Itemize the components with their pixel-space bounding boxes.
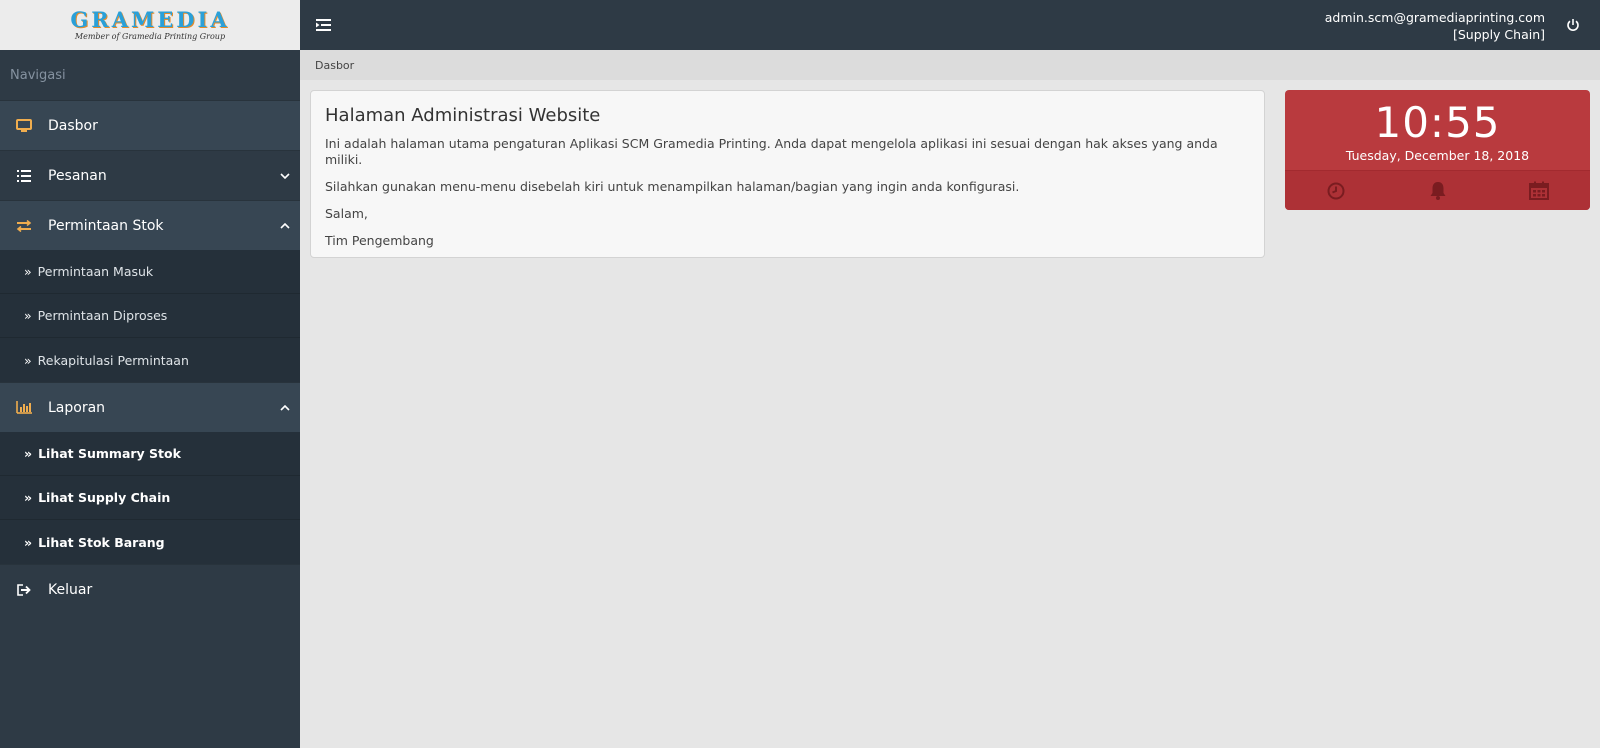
list-icon bbox=[0, 169, 48, 182]
raquo-icon: » bbox=[24, 264, 32, 279]
clock-widget: 10:55 Tuesday, December 18, 2018 bbox=[1285, 90, 1590, 210]
sidebar-item-label: Dasbor bbox=[48, 117, 98, 134]
submenu-item-permintaan-diproses[interactable]: » Permintaan Diproses bbox=[0, 294, 300, 338]
submenu-item-lihat-summary-stok[interactable]: » Lihat Summary Stok bbox=[0, 432, 300, 476]
logo[interactable]: GRAMEDIA Member of Gramedia Printing Gro… bbox=[0, 0, 300, 50]
submenu-item-label: Lihat Stok Barang bbox=[38, 534, 165, 550]
nav-title: Navigasi bbox=[10, 67, 66, 83]
intro-paragraph: Ini adalah halaman utama pengaturan Apli… bbox=[325, 136, 1218, 167]
submenu-item-label: Lihat Summary Stok bbox=[38, 446, 181, 461]
clock-time: 10:55 bbox=[1374, 98, 1501, 147]
submenu-item-label: Permintaan Masuk bbox=[37, 264, 154, 279]
breadcrumb: Dasbor bbox=[300, 50, 1600, 80]
logo-tagline: Member of Gramedia Printing Group bbox=[74, 31, 226, 41]
submenu-item-label: Permintaan Diproses bbox=[37, 308, 168, 323]
raquo-icon: » bbox=[24, 308, 32, 323]
sidebar-item-dasbor[interactable]: Dasbor bbox=[0, 100, 300, 150]
sidebar-item-laporan[interactable]: Laporan bbox=[0, 382, 300, 432]
sidebar-item-pesanan[interactable]: Pesanan bbox=[0, 150, 300, 200]
submenu-item-rekapitulasi-permintaan[interactable]: » Rekapitulasi Permintaan bbox=[0, 338, 300, 382]
instruction-paragraph: Silahkan gunakan menu-menu disebelah kir… bbox=[325, 179, 1020, 194]
greeting: Salam, bbox=[325, 206, 368, 221]
sidebar-item-label: Keluar bbox=[48, 581, 93, 598]
submenu-item-lihat-supply-chain[interactable]: » Lihat Supply Chain bbox=[0, 476, 300, 520]
submenu-item-permintaan-masuk[interactable]: » Permintaan Masuk bbox=[0, 250, 300, 294]
submenu-item-label: Lihat Supply Chain bbox=[38, 490, 171, 505]
raquo-icon: » bbox=[24, 352, 32, 368]
signature: Tim Pengembang bbox=[325, 233, 434, 248]
sign-out-icon bbox=[0, 583, 48, 596]
top-bar: admin.scm@gramediaprinting.com [Supply C… bbox=[300, 0, 1600, 50]
clock-icon[interactable] bbox=[1285, 171, 1387, 210]
sidebar-item-keluar[interactable]: Keluar bbox=[0, 564, 300, 614]
menu-toggle-icon[interactable] bbox=[316, 17, 332, 33]
monitor-icon bbox=[0, 118, 48, 133]
raquo-icon: » bbox=[24, 490, 33, 505]
chevron-up-icon bbox=[270, 219, 300, 232]
submenu-item-lihat-stok-barang[interactable]: » Lihat Stok Barang bbox=[0, 520, 300, 564]
user-info[interactable]: admin.scm@gramediaprinting.com [Supply C… bbox=[1325, 9, 1545, 43]
logo-name: GRAMEDIA bbox=[70, 6, 230, 32]
sidebar-item-label: Permintaan Stok bbox=[48, 217, 164, 234]
bar-chart-icon bbox=[0, 401, 48, 414]
sidebar-item-permintaan-stok[interactable]: Permintaan Stok bbox=[0, 200, 300, 250]
sidebar-item-label: Pesanan bbox=[48, 167, 107, 184]
exchange-icon bbox=[0, 219, 48, 232]
submenu-laporan: » Lihat Summary Stok » Lihat Supply Chain … bbox=[0, 432, 300, 564]
raquo-icon: » bbox=[24, 446, 33, 461]
calendar-icon[interactable] bbox=[1488, 171, 1590, 210]
user-email: admin.scm@gramediaprinting.com bbox=[1324, 10, 1545, 25]
page-title: Halaman Administrasi Website bbox=[325, 105, 601, 126]
bell-icon[interactable] bbox=[1387, 171, 1489, 210]
raquo-icon: » bbox=[24, 534, 33, 550]
chevron-up-icon bbox=[270, 401, 300, 414]
sidebar-item-label: Laporan bbox=[48, 399, 106, 416]
sidebar: GRAMEDIA Member of Gramedia Printing Gro… bbox=[0, 0, 300, 748]
submenu-item-label: Rekapitulasi Permintaan bbox=[37, 352, 189, 368]
power-icon[interactable] bbox=[1566, 17, 1582, 33]
submenu-permintaan-stok: » Permintaan Masuk » Permintaan Diproses »… bbox=[0, 250, 300, 382]
user-role: [Supply Chain] bbox=[1452, 27, 1545, 42]
clock-actions bbox=[1285, 170, 1590, 210]
welcome-card: Halaman Administrasi Website Ini adalah … bbox=[310, 90, 1265, 258]
chevron-down-icon bbox=[270, 169, 300, 182]
clock-date: Tuesday, December 18, 2018 bbox=[1345, 148, 1530, 163]
breadcrumb-item[interactable]: Dasbor bbox=[315, 59, 354, 72]
